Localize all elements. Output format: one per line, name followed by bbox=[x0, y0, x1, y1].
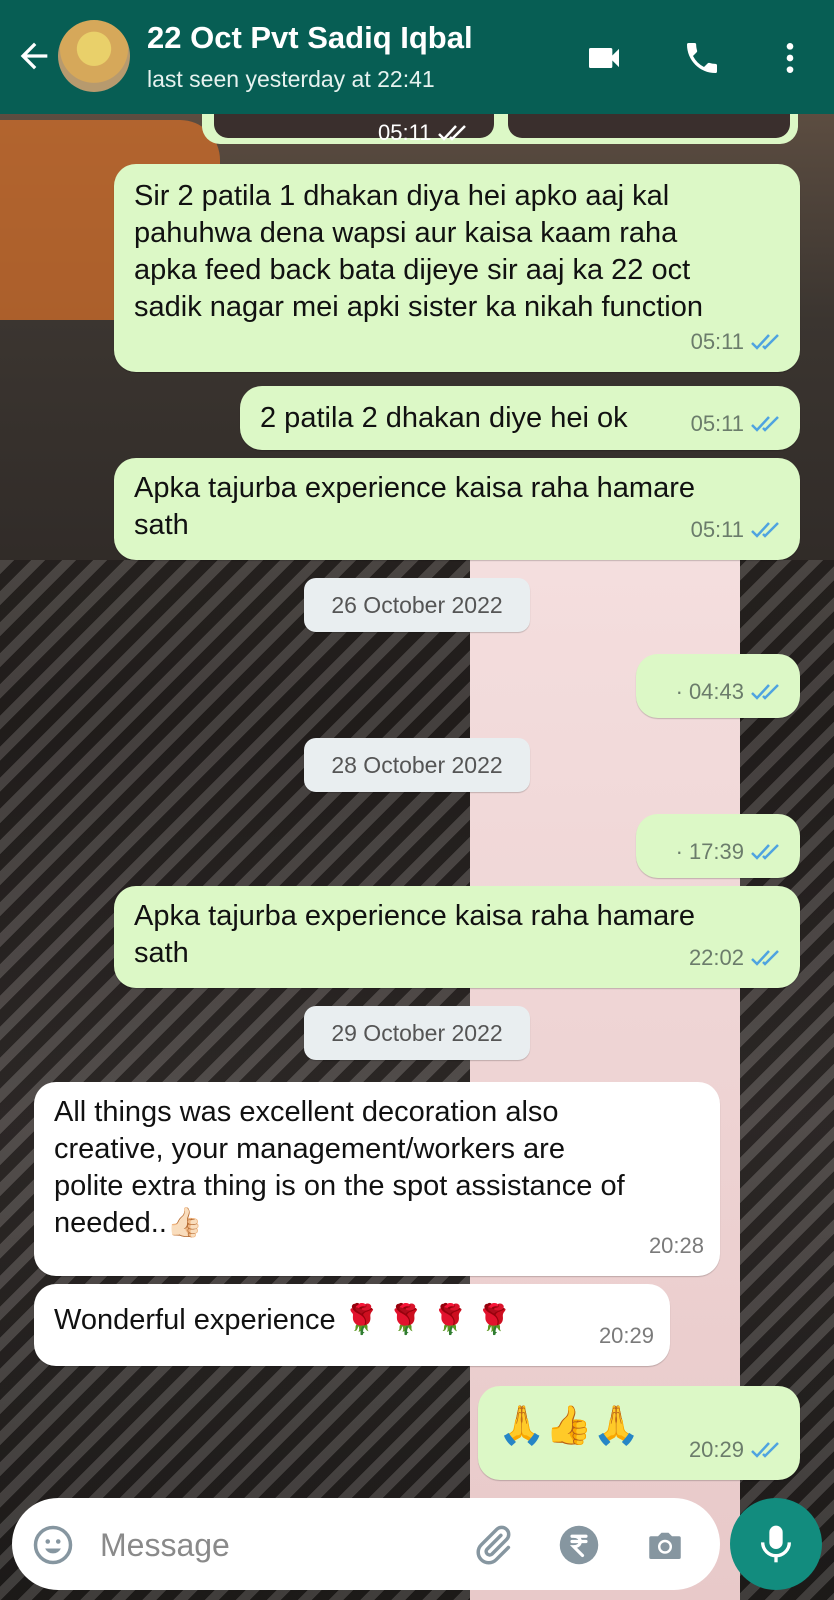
message-meta: 20:29 bbox=[599, 1317, 654, 1354]
message-input[interactable] bbox=[98, 1518, 462, 1572]
message-text: · bbox=[675, 679, 683, 704]
message-meta: · 04:43 bbox=[676, 673, 784, 710]
image-thumbnail[interactable] bbox=[508, 114, 790, 138]
avatar[interactable] bbox=[58, 20, 130, 92]
date-separator: 26 October 2022 bbox=[304, 578, 530, 632]
read-ticks-icon bbox=[751, 683, 779, 700]
outgoing-message[interactable]: Apka tajurba experience kaisa raha hamar… bbox=[114, 886, 800, 988]
phone-icon[interactable] bbox=[682, 38, 722, 78]
message-time: 20:28 bbox=[648, 1233, 704, 1258]
date-separator: 28 October 2022 bbox=[304, 738, 530, 792]
message-time: 05:11 bbox=[690, 411, 744, 436]
read-ticks-icon bbox=[751, 1441, 779, 1458]
image-message[interactable]: 05:11 bbox=[202, 114, 798, 146]
outgoing-message[interactable]: 2 patila 2 dhakan diye hei ok 05:11 bbox=[240, 386, 800, 450]
last-seen-status: last seen yesterday at 22:41 bbox=[147, 66, 435, 92]
message-text: Wonderful experience 🌹 🌹 🌹 🌹 bbox=[54, 1304, 513, 1336]
camera-icon[interactable] bbox=[644, 1524, 686, 1566]
message-text: 2 patila 2 dhakan diye hei ok bbox=[260, 402, 628, 434]
incoming-message[interactable]: Wonderful experience 🌹 🌹 🌹 🌹 20:29 bbox=[34, 1284, 670, 1366]
rupee-icon[interactable] bbox=[558, 1524, 600, 1566]
mic-icon bbox=[761, 1525, 791, 1563]
message-input-box[interactable] bbox=[12, 1498, 720, 1590]
read-ticks-icon bbox=[751, 843, 779, 860]
attach-icon[interactable] bbox=[472, 1524, 514, 1566]
date-separator: 29 October 2022 bbox=[304, 1006, 530, 1060]
incoming-message[interactable]: All things was excellent decoration also… bbox=[34, 1082, 720, 1276]
outgoing-message[interactable]: Apka tajurba experience kaisa raha hamar… bbox=[114, 458, 800, 560]
message-meta: 05:11 bbox=[691, 323, 784, 360]
chat-header: 22 Oct Pvt Sadiq Iqbal last seen yesterd… bbox=[0, 0, 834, 114]
message-text: 🙏👍🙏 bbox=[498, 1405, 640, 1447]
message-meta: 05:11 bbox=[691, 405, 784, 442]
video-call-icon[interactable] bbox=[584, 38, 624, 78]
message-time: 20:29 bbox=[598, 1323, 654, 1348]
message-meta: 20:28 bbox=[649, 1227, 704, 1264]
message-time: 20:29 bbox=[688, 1437, 744, 1462]
composer-bar bbox=[0, 1494, 834, 1600]
back-arrow-icon[interactable] bbox=[14, 36, 54, 76]
message-text: Sir 2 patila 1 dhakan diya hei apko aaj … bbox=[134, 180, 704, 323]
message-time: 05:11 bbox=[690, 517, 744, 542]
outgoing-message[interactable]: · 04:43 bbox=[636, 654, 800, 718]
outgoing-message[interactable]: Sir 2 patila 1 dhakan diya hei apko aaj … bbox=[114, 164, 800, 372]
read-ticks-icon bbox=[751, 415, 779, 432]
message-meta: 20:29 bbox=[689, 1431, 784, 1468]
message-meta: 05:11 bbox=[691, 511, 784, 548]
message-time: 17:39 bbox=[688, 839, 744, 864]
message-text: Apka tajurba experience kaisa raha hamar… bbox=[134, 472, 695, 541]
read-ticks-icon bbox=[438, 125, 467, 141]
outgoing-message[interactable]: · 17:39 bbox=[636, 814, 800, 878]
message-meta: 05:11 bbox=[378, 120, 471, 146]
message-list[interactable]: 05:11 Sir 2 patila 1 dhakan diya hei apk… bbox=[0, 114, 834, 1494]
read-ticks-icon bbox=[751, 949, 779, 966]
message-time: 22:02 bbox=[688, 945, 744, 970]
emoji-icon[interactable] bbox=[32, 1524, 74, 1566]
message-time: 05:11 bbox=[378, 120, 432, 145]
message-time: 05:11 bbox=[690, 329, 744, 354]
message-text: All things was excellent decoration also… bbox=[54, 1096, 625, 1239]
mic-button[interactable] bbox=[730, 1498, 822, 1590]
message-text: · bbox=[675, 839, 683, 864]
outgoing-message[interactable]: 🙏👍🙏 20:29 bbox=[478, 1386, 800, 1480]
read-ticks-icon bbox=[751, 333, 779, 350]
read-ticks-icon bbox=[751, 521, 779, 538]
more-vert-icon[interactable] bbox=[770, 38, 810, 78]
message-time: 04:43 bbox=[688, 679, 744, 704]
message-text: Apka tajurba experience kaisa raha hamar… bbox=[134, 900, 695, 969]
message-meta: 22:02 bbox=[689, 939, 784, 976]
message-meta: · 17:39 bbox=[676, 833, 784, 870]
contact-name[interactable]: 22 Oct Pvt Sadiq Iqbal bbox=[147, 20, 473, 56]
